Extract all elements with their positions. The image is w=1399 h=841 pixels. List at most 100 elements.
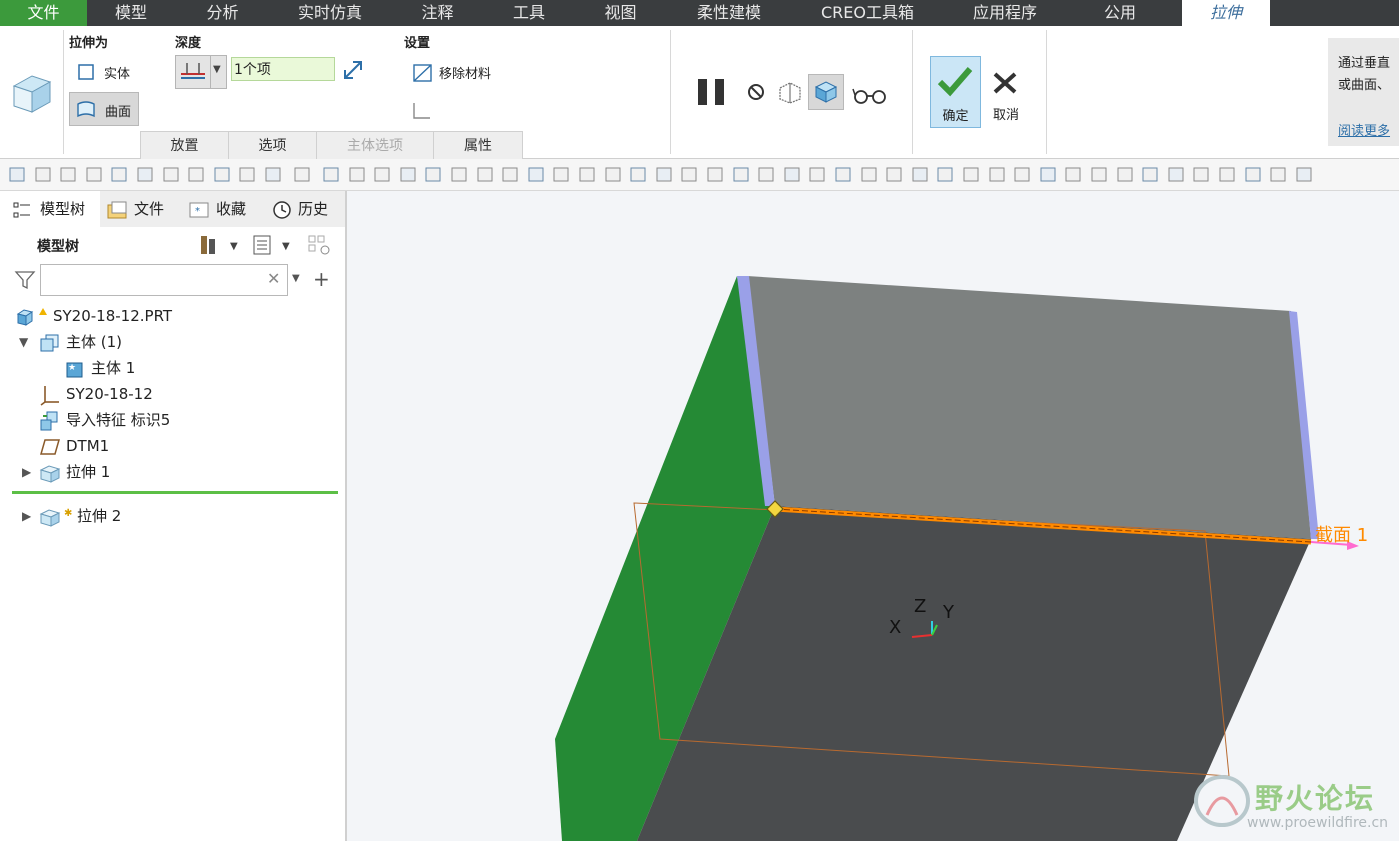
solidify-icon[interactable] (834, 166, 852, 183)
solid-button[interactable]: 实体 (72, 58, 140, 86)
menu-applications[interactable]: 应用程序 (945, 0, 1065, 26)
thicken-icon[interactable] (411, 99, 433, 121)
plane-display-icon[interactable] (1244, 166, 1262, 183)
mapkey-icon[interactable] (238, 166, 256, 183)
appearance-icon[interactable] (1013, 166, 1031, 183)
hole-icon[interactable] (860, 166, 878, 183)
draft-icon[interactable] (936, 166, 954, 183)
plane-icon[interactable] (424, 166, 442, 183)
confirm-button[interactable]: 确定 (930, 56, 981, 128)
axis-icon[interactable] (450, 166, 468, 183)
copy-geometry-icon[interactable] (136, 166, 154, 183)
menu-flexible-modeling[interactable]: 柔性建模 (668, 0, 790, 26)
add-filter-icon[interactable]: + (313, 267, 330, 291)
paste-special-icon[interactable] (757, 166, 775, 183)
merge-icon[interactable] (655, 166, 673, 183)
tab-files[interactable]: 文件 (102, 191, 182, 227)
cancel-button[interactable]: 取消 (984, 56, 1028, 126)
menu-creo-toolbox[interactable]: CREO工具箱 (790, 0, 945, 26)
curve-icon[interactable] (527, 166, 545, 183)
measure-icon[interactable] (680, 166, 698, 183)
tab-history[interactable]: 历史 (266, 191, 345, 227)
verify-glasses-icon[interactable] (852, 84, 888, 106)
chamfer-icon[interactable] (911, 166, 929, 183)
tab-options[interactable]: 选项 (228, 131, 317, 161)
thicken-icon[interactable] (808, 166, 826, 183)
rib-icon[interactable] (988, 166, 1006, 183)
sphere-icon[interactable] (1295, 166, 1313, 183)
paste-special-icon[interactable] (162, 166, 180, 183)
expand-right-icon[interactable]: ▶ (22, 503, 31, 529)
menu-tools[interactable]: 工具 (485, 0, 573, 26)
axis-display-icon[interactable] (1269, 166, 1287, 183)
tab-placement[interactable]: 放置 (140, 131, 229, 161)
scene-icon[interactable] (1039, 166, 1057, 183)
open-recent-icon[interactable] (59, 166, 77, 183)
family-table-icon[interactable] (373, 166, 391, 183)
tree-item-body[interactable]: ★ 主体 1 (0, 355, 345, 381)
shell-icon[interactable] (962, 166, 980, 183)
geometry-preview-icon[interactable] (776, 80, 804, 104)
pattern-icon[interactable] (213, 166, 231, 183)
offset-icon[interactable] (783, 166, 801, 183)
paste-icon[interactable] (732, 166, 750, 183)
menu-common[interactable]: 公用 (1065, 0, 1175, 26)
surface-icon[interactable] (578, 166, 596, 183)
expand-right-icon[interactable]: ▶ (22, 459, 31, 485)
save-icon[interactable] (85, 166, 103, 183)
model-geometry[interactable] (347, 191, 1399, 841)
copy-icon[interactable] (706, 166, 724, 183)
clear-search-icon[interactable]: ✕ (267, 269, 280, 288)
tab-body-options[interactable]: 主体选项 (316, 131, 434, 161)
tree-search-input[interactable] (43, 267, 262, 293)
no-preview-icon[interactable] (745, 81, 767, 103)
render-icon[interactable] (1064, 166, 1082, 183)
sketch-display-icon[interactable] (1167, 166, 1185, 183)
surface-button[interactable]: 曲面 (69, 92, 139, 126)
show-hidden-icon[interactable] (306, 233, 334, 257)
menu-annotate[interactable]: 注释 (390, 0, 485, 26)
tree-item-bodies[interactable]: ▼ 主体 (1) (0, 329, 345, 355)
trim-icon[interactable] (629, 166, 647, 183)
redo-icon[interactable] (293, 166, 311, 183)
insert-indicator[interactable] (12, 491, 338, 494)
feature-preview-button[interactable] (808, 74, 844, 110)
undo-icon[interactable] (264, 166, 282, 183)
menu-model[interactable]: 模型 (87, 0, 175, 26)
search-dropdown-icon[interactable]: ▼ (292, 273, 300, 284)
spin-icon[interactable] (1141, 166, 1159, 183)
tree-item-import-feature[interactable]: 导入特征 标识5 (0, 407, 345, 433)
open-icon[interactable] (34, 166, 52, 183)
parameters-icon[interactable] (348, 166, 366, 183)
analysis-icon[interactable] (552, 166, 570, 183)
tree-item-csys[interactable]: SY20-18-12 (0, 381, 345, 407)
depth-type-dropdown[interactable]: ▼ (175, 55, 227, 89)
depth-value-field[interactable] (231, 57, 335, 81)
round-icon[interactable] (885, 166, 903, 183)
tree-settings-icon[interactable]: ▼ (252, 234, 296, 256)
new-icon[interactable] (8, 166, 26, 183)
filter-icon[interactable] (14, 269, 36, 291)
pause-icon[interactable] (696, 78, 728, 106)
datum-display-icon[interactable] (1116, 166, 1134, 183)
menu-realtime-sim[interactable]: 实时仿真 (270, 0, 390, 26)
display-style-icon[interactable] (1090, 166, 1108, 183)
menu-analysis[interactable]: 分析 (175, 0, 270, 26)
menu-extrude[interactable]: 拉伸 (1182, 0, 1270, 26)
tree-item-extrude-1[interactable]: ▶ 拉伸 1 (0, 459, 345, 485)
csys-icon[interactable] (501, 166, 519, 183)
spline-icon[interactable] (1218, 166, 1236, 183)
flip-direction-icon[interactable] (341, 58, 365, 82)
relations-icon[interactable] (322, 166, 340, 183)
remove-material-button[interactable]: 移除材料 (409, 58, 511, 86)
point-icon[interactable] (476, 166, 494, 183)
tab-favorites[interactable]: * 收藏 (184, 191, 264, 227)
sketch-icon[interactable] (399, 166, 417, 183)
tree-item-part[interactable]: SY20-18-12.PRT (0, 303, 345, 329)
tab-properties[interactable]: 属性 (433, 131, 523, 161)
point-display-icon[interactable] (1192, 166, 1210, 183)
tab-model-tree[interactable]: 模型树 (0, 191, 100, 227)
tree-item-extrude-2[interactable]: ▶ ✱ 拉伸 2 (0, 503, 345, 529)
regenerate-icon[interactable] (110, 166, 128, 183)
menu-file[interactable]: 文件 (0, 0, 87, 26)
